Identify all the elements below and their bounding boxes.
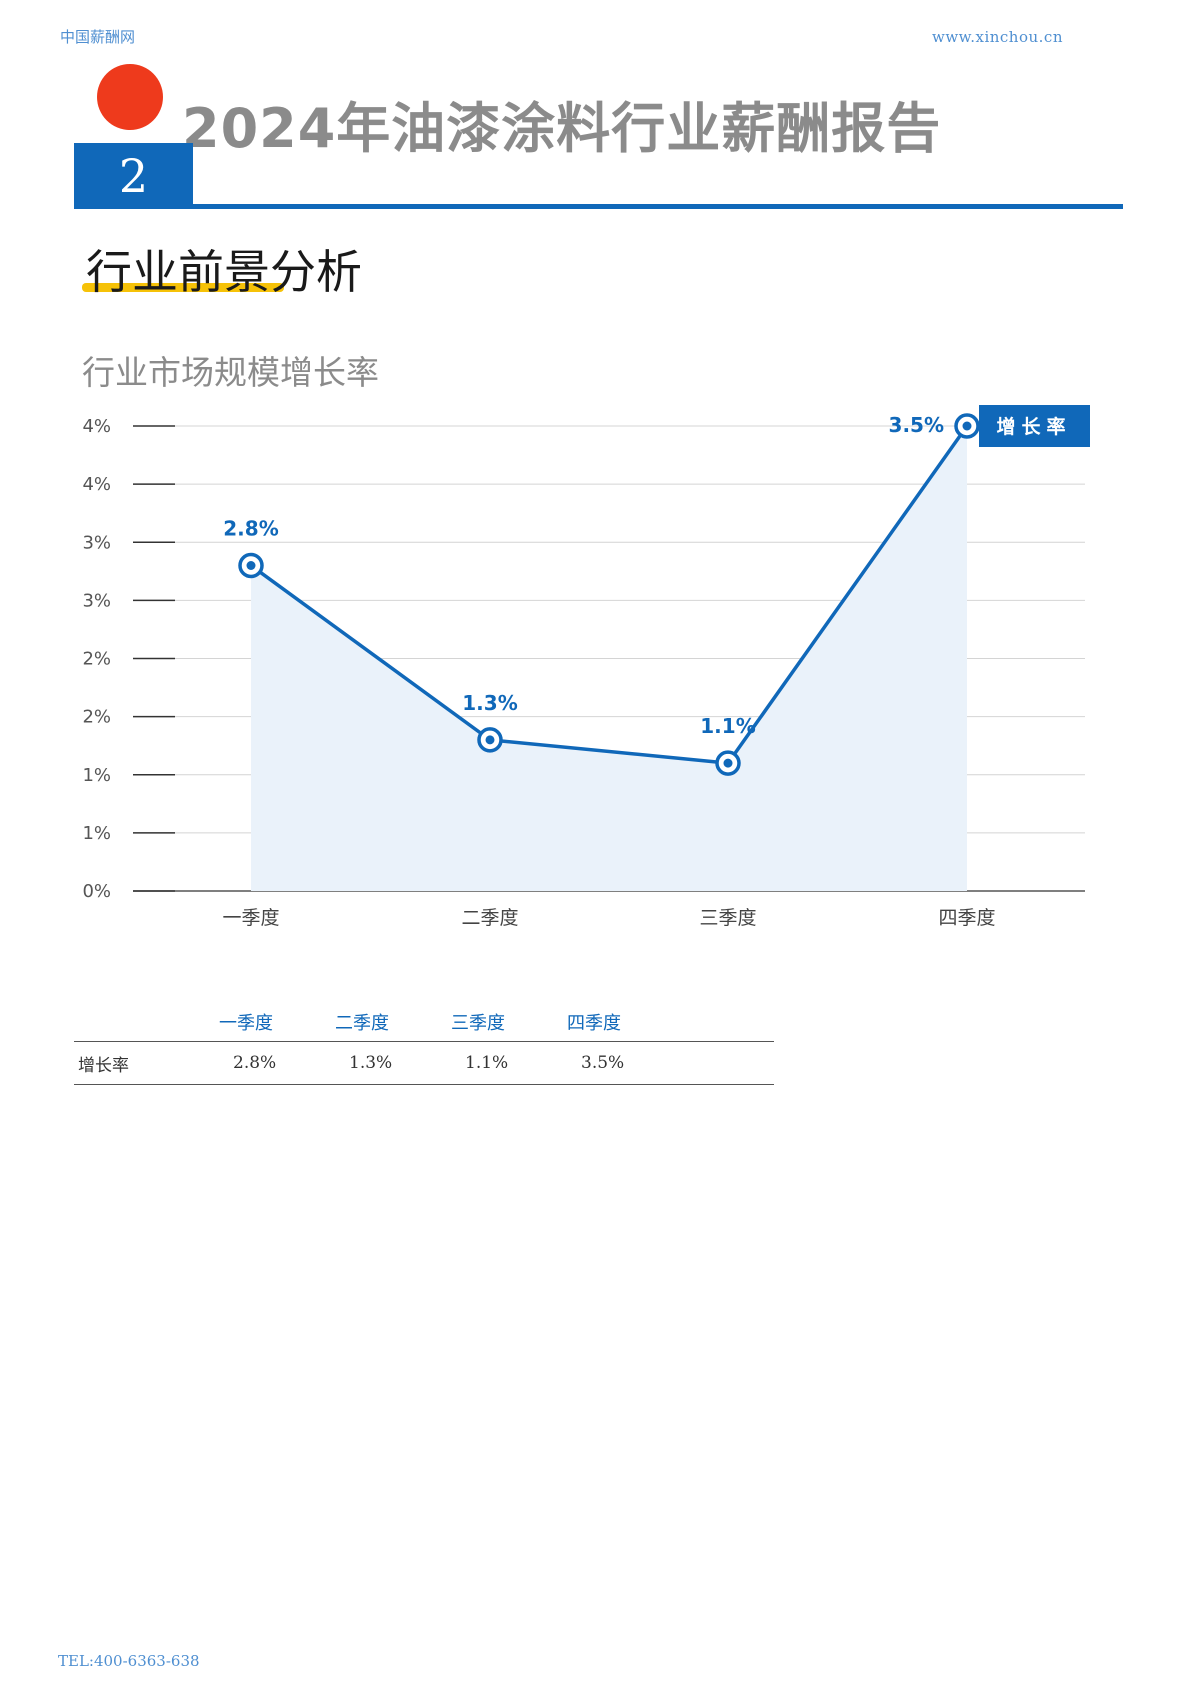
x-tick-label: 四季度 — [938, 907, 995, 929]
table-row: 增长率 2.8% 1.3% 1.1% 3.5% — [74, 1041, 774, 1085]
x-tick-label: 三季度 — [699, 907, 756, 929]
y-tick-label: 1% — [82, 765, 111, 786]
table-header-row: 一季度 二季度 三季度 四季度 — [74, 1003, 774, 1042]
footer-tel: TEL:400-6363-638 — [58, 1652, 200, 1670]
x-tick-label: 一季度 — [222, 907, 279, 929]
data-point-center — [485, 735, 495, 745]
table-header-q4: 四季度 — [567, 1013, 621, 1034]
table-cell: 2.8% — [219, 1041, 335, 1085]
data-label: 3.5% — [889, 413, 944, 437]
y-tick-label: 4% — [82, 474, 111, 495]
y-tick-label: 1% — [82, 823, 111, 844]
growth-rate-chart: 0% 1% 1% 2% 2% 3% 3% 4% 4% 2.8% 1.3% 1.1% 3.5% 一季度 二季度… — [82, 405, 1090, 929]
data-point-center — [962, 421, 972, 431]
data-label: 1.1% — [700, 714, 755, 738]
table-header-q2: 二季度 — [335, 1013, 389, 1034]
table-cell: 1.3% — [335, 1041, 451, 1085]
table-cell: 1.1% — [451, 1041, 567, 1085]
y-tick-label: 2% — [82, 707, 111, 728]
y-tick-label: 3% — [82, 590, 111, 611]
table-cell: 3.5% — [567, 1041, 774, 1085]
data-point-center — [246, 561, 256, 570]
table-header-q1: 一季度 — [219, 1013, 273, 1034]
table-header-q3: 三季度 — [451, 1013, 505, 1034]
table-header-empty — [74, 1003, 219, 1042]
data-label: 2.8% — [223, 517, 278, 541]
data-point-center — [723, 758, 733, 768]
table-row-label: 增长率 — [74, 1041, 219, 1085]
growth-rate-table: 一季度 二季度 三季度 四季度 增长率 2.8% 1.3% 1.1% 3.5% — [74, 1003, 774, 1085]
x-tick-label: 二季度 — [461, 907, 518, 929]
y-tick-label: 4% — [82, 416, 111, 437]
data-label: 1.3% — [462, 691, 517, 715]
y-tick-label: 0% — [82, 881, 111, 902]
series-legend-label: 增长率 — [996, 415, 1071, 438]
y-tick-label: 2% — [82, 649, 111, 670]
y-tick-label: 3% — [82, 532, 111, 553]
